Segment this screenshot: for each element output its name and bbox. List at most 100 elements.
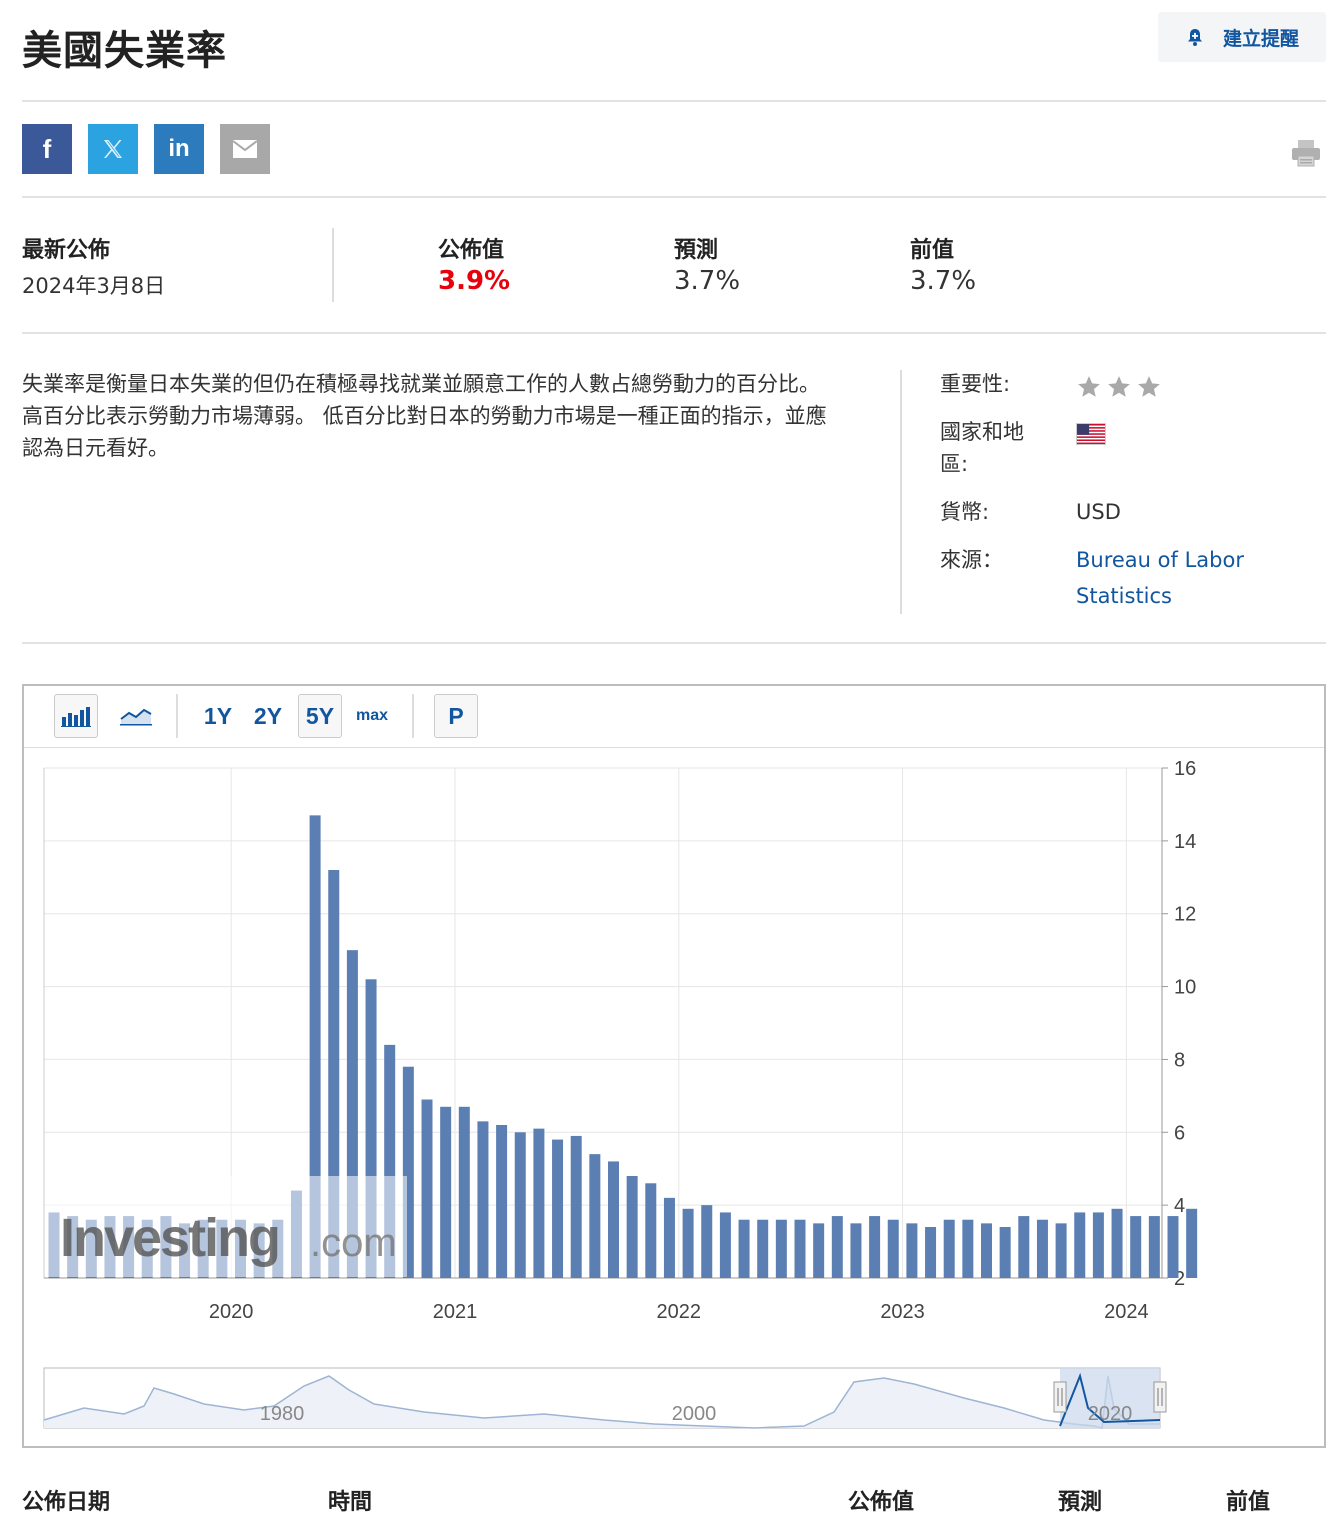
bar bbox=[869, 1216, 881, 1278]
table-header-actual: 公佈值 bbox=[848, 1490, 915, 1515]
importance-label: 重要性: bbox=[940, 372, 1011, 396]
bar bbox=[906, 1223, 918, 1278]
print-icon[interactable] bbox=[1290, 138, 1322, 168]
bar bbox=[831, 1216, 843, 1278]
unemployment-chart: 2020 2021 2022 2023 2024246810121416Investin… bbox=[43, 758, 1198, 1429]
y-tick-label: 6 bbox=[1174, 1122, 1185, 1144]
x-tick-label: 2023 bbox=[880, 1301, 925, 1323]
facebook-icon: f bbox=[42, 133, 52, 164]
bar bbox=[1074, 1212, 1086, 1278]
bar bbox=[496, 1125, 508, 1278]
y-tick-label: 4 bbox=[1174, 1195, 1185, 1217]
divider bbox=[22, 332, 1326, 334]
divider bbox=[332, 228, 334, 302]
range-2y-button[interactable]: 2Y bbox=[248, 694, 288, 738]
bar bbox=[1186, 1208, 1198, 1278]
bar-chart-button[interactable] bbox=[54, 694, 98, 738]
divider bbox=[22, 642, 1326, 644]
bar bbox=[1036, 1219, 1048, 1278]
x-tick-label: 2021 bbox=[433, 1301, 478, 1323]
bar bbox=[608, 1161, 619, 1278]
range-5y-button[interactable]: 5Y bbox=[298, 694, 342, 738]
y-tick-label: 8 bbox=[1174, 1049, 1185, 1071]
source-link-cont[interactable]: Statistics bbox=[1076, 580, 1172, 612]
forecast-value: 3.7% bbox=[674, 266, 741, 296]
actual-value: 3.9% bbox=[438, 266, 511, 296]
bar bbox=[533, 1128, 545, 1278]
facebook-share-button[interactable]: f bbox=[22, 124, 72, 174]
range-max-button[interactable]: max bbox=[350, 694, 394, 738]
page-title: 美國失業率 bbox=[22, 28, 227, 74]
x-tick-label: 2020 bbox=[209, 1301, 254, 1323]
navigator-tick-label: 1980 bbox=[260, 1403, 305, 1425]
latest-release-label: 最新公佈 bbox=[22, 238, 111, 263]
bar bbox=[999, 1227, 1011, 1278]
bar bbox=[663, 1197, 675, 1278]
source-link[interactable]: Bureau of Labor bbox=[1076, 544, 1244, 576]
navigator-handle bbox=[1153, 1381, 1167, 1413]
bar bbox=[589, 1154, 601, 1278]
create-alert-label: 建立提醒 bbox=[1222, 27, 1299, 50]
linkedin-share-button[interactable]: in bbox=[154, 124, 204, 174]
bar bbox=[682, 1208, 694, 1278]
bar bbox=[477, 1121, 489, 1278]
email-icon bbox=[232, 140, 258, 158]
source-link-line1[interactable]: Bureau of Labor bbox=[1076, 548, 1244, 572]
bar bbox=[1111, 1208, 1123, 1278]
p-button[interactable]: P bbox=[434, 694, 478, 738]
indicator-description: 失業率是衡量日本失業的但仍在積極尋找就業並願意工作的人數占總勞動力的百分比。 高… bbox=[22, 372, 827, 460]
bar bbox=[794, 1219, 806, 1278]
divider bbox=[22, 196, 1326, 198]
twitter-share-button[interactable] bbox=[88, 124, 138, 174]
bar bbox=[925, 1227, 937, 1278]
latest-release-date: 2024年3月8日 bbox=[22, 274, 166, 298]
bar bbox=[962, 1219, 974, 1278]
investing-watermark: Investing bbox=[60, 1208, 279, 1268]
y-tick-label: 10 bbox=[1174, 977, 1196, 999]
source-link-line2[interactable]: Statistics bbox=[1076, 584, 1172, 608]
divider bbox=[900, 370, 902, 614]
bar bbox=[458, 1106, 470, 1278]
source-label: 來源： bbox=[940, 548, 1003, 572]
y-tick-label: 14 bbox=[1174, 831, 1196, 853]
bar bbox=[440, 1106, 452, 1278]
navigator-tick-label: 2020 bbox=[1088, 1403, 1133, 1425]
bar bbox=[1055, 1223, 1067, 1278]
bar bbox=[570, 1135, 582, 1278]
area-chart-icon bbox=[120, 708, 152, 726]
previous-value: 3.7% bbox=[910, 266, 977, 296]
bar bbox=[552, 1139, 564, 1278]
table-header-release-date: 公佈日期 bbox=[22, 1490, 111, 1515]
y-tick-label: 12 bbox=[1174, 904, 1196, 926]
range-1y-button[interactable]: 1Y bbox=[198, 694, 238, 738]
currency-value: USD bbox=[1076, 500, 1121, 524]
bar bbox=[887, 1219, 899, 1278]
bar bbox=[626, 1176, 638, 1278]
bar-chart-icon bbox=[61, 707, 91, 727]
bar bbox=[1148, 1216, 1160, 1278]
bar bbox=[1130, 1216, 1142, 1278]
create-alert-button[interactable]: 建立提醒 bbox=[1158, 12, 1326, 62]
x-tick-label: 2022 bbox=[657, 1301, 702, 1323]
line-chart-button[interactable] bbox=[114, 694, 158, 738]
table-header-time: 時間 bbox=[328, 1490, 373, 1515]
x-tick-label: 2024 bbox=[1104, 1301, 1149, 1323]
divider bbox=[412, 694, 414, 738]
star-icon bbox=[1138, 376, 1160, 397]
x-twitter-icon bbox=[104, 140, 122, 158]
bar bbox=[645, 1183, 657, 1278]
y-tick-label: 16 bbox=[1174, 758, 1196, 780]
divider bbox=[176, 694, 178, 738]
email-share-button[interactable] bbox=[220, 124, 270, 174]
importance-stars bbox=[1076, 374, 1162, 400]
star-icon bbox=[1108, 376, 1130, 397]
bar bbox=[514, 1132, 526, 1278]
star-icon bbox=[1078, 376, 1100, 397]
linkedin-icon: in bbox=[168, 135, 190, 162]
bar bbox=[757, 1219, 769, 1278]
bar bbox=[943, 1219, 955, 1278]
currency-label: 貨幣: bbox=[940, 500, 990, 524]
bar bbox=[813, 1223, 825, 1278]
forecast-label: 預測 bbox=[674, 238, 719, 263]
previous-label: 前值 bbox=[910, 238, 955, 263]
